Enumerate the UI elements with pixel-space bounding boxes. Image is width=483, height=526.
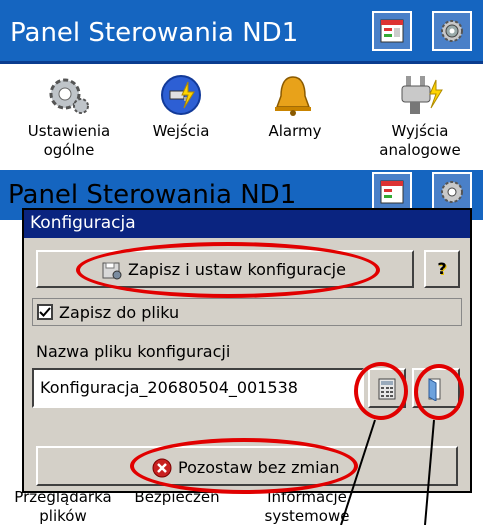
annotation-lines: [340, 419, 435, 525]
annotation-pointer-browse: [424, 419, 435, 525]
annotation-pointer-keyboard: [340, 419, 376, 525]
